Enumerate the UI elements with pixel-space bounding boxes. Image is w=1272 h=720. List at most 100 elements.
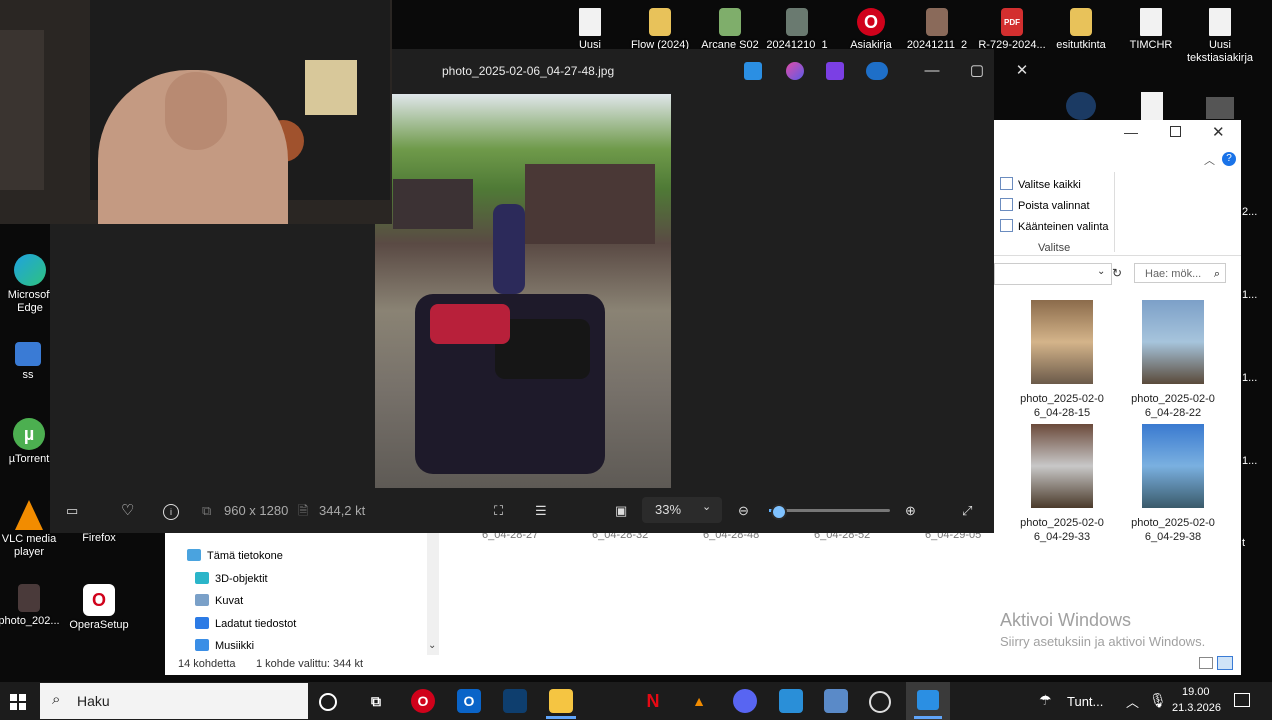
maximize-button[interactable]: ▢ bbox=[967, 61, 987, 81]
clipchamp-icon[interactable] bbox=[826, 62, 844, 80]
desktop-icon-pdf[interactable]: PDF R-729-2024... bbox=[976, 8, 1048, 52]
chevron-up-icon[interactable]: ︿ bbox=[1126, 692, 1139, 711]
microphone-icon[interactable]: 🎙 bbox=[1149, 692, 1167, 709]
vlc-taskbar-icon[interactable]: ▲ bbox=[687, 689, 711, 713]
text-file-icon[interactable] bbox=[1141, 92, 1163, 120]
thumbnail-item[interactable]: photo_2025-02-0 6_04-29-33 bbox=[1012, 424, 1112, 544]
text-file-icon bbox=[1209, 8, 1231, 36]
clear-selection-button[interactable]: Poista valinnat bbox=[1000, 197, 1090, 215]
address-bar[interactable]: ⌄ bbox=[994, 263, 1112, 285]
taskbar: ⌕ Haku ⧉ O O N ▲ ☂ Tunt... ︿ 🎙 19.00 21.… bbox=[0, 682, 1272, 720]
clock-date[interactable]: 21.3.2026 bbox=[1172, 702, 1221, 714]
filesize-icon: 🗎 bbox=[298, 503, 309, 518]
netflix-taskbar-icon[interactable]: N bbox=[641, 689, 665, 713]
file-explorer-taskbar-icon[interactable] bbox=[549, 689, 573, 713]
store-taskbar-icon[interactable] bbox=[779, 689, 803, 713]
nav-scrollbar[interactable] bbox=[427, 533, 439, 655]
disney-plus-taskbar-icon[interactable] bbox=[503, 689, 527, 713]
status-selection: 1 kohde valittu: 344 kt bbox=[256, 658, 364, 670]
desktop-icon-uusi[interactable]: Uusi bbox=[554, 8, 626, 52]
invert-selection-icon bbox=[1000, 219, 1013, 232]
desktop-icon-uusi-tekstiasiakirja[interactable]: Uusi tekstiasiakirja bbox=[1184, 8, 1256, 65]
webcam-poster bbox=[305, 60, 357, 115]
photos-taskbar-icon bbox=[917, 690, 939, 710]
photo-image[interactable] bbox=[375, 94, 671, 488]
close-button[interactable]: ✕ bbox=[1012, 61, 1032, 81]
thumbnail-item[interactable]: photo_2025-02-0 6_04-28-15 bbox=[1012, 300, 1112, 420]
file-explorer-window: — ✕ ︿ ? Valitse kaikki Poista valinnat K… bbox=[994, 120, 1241, 675]
task-view-icon[interactable]: ⧉ bbox=[364, 689, 388, 713]
remote-desktop-taskbar-icon[interactable] bbox=[824, 689, 848, 713]
close-button[interactable]: ✕ bbox=[1212, 123, 1225, 141]
cortana-icon[interactable] bbox=[319, 693, 337, 711]
taskbar-search[interactable]: ⌕ Haku bbox=[40, 683, 308, 719]
chevron-down-icon[interactable]: ⌄ bbox=[428, 640, 436, 651]
select-all-button[interactable]: Valitse kaikki bbox=[1000, 176, 1081, 194]
zoom-in-icon[interactable]: ⊕ bbox=[905, 501, 916, 521]
desktop-icon-timchr[interactable]: TIMCHR bbox=[1115, 8, 1187, 52]
steam-icon[interactable] bbox=[1066, 92, 1096, 120]
edge-fragment: 1... bbox=[1242, 289, 1258, 301]
outlook-taskbar-icon[interactable]: O bbox=[457, 689, 481, 713]
desktop-icon-photo[interactable]: photo_202... bbox=[0, 584, 65, 628]
discord-taskbar-icon[interactable] bbox=[733, 689, 757, 713]
active-indicator bbox=[914, 716, 942, 719]
photos-taskbar-button[interactable] bbox=[906, 682, 950, 720]
thumbnail-item[interactable]: photo_2025-02-0 6_04-28-22 bbox=[1123, 300, 1223, 420]
desktop-icon-asiakirja[interactable]: O Asiakirja bbox=[835, 8, 907, 52]
nav-item-this-pc[interactable]: Tämä tietokone bbox=[187, 547, 283, 565]
obs-taskbar-icon[interactable] bbox=[869, 691, 891, 713]
person-shape bbox=[493, 204, 525, 294]
desktop-icon-esitutkinta[interactable]: esitutkinta bbox=[1045, 8, 1117, 52]
zoom-slider[interactable] bbox=[769, 504, 890, 520]
visual-search-icon[interactable]: ⛶ bbox=[494, 501, 503, 521]
clock-time[interactable]: 19.00 bbox=[1182, 686, 1210, 698]
view-thumbnails-icon[interactable] bbox=[1217, 656, 1233, 670]
thumbnail-image bbox=[1142, 424, 1204, 508]
zoom-slider-thumb[interactable] bbox=[771, 504, 787, 520]
desktop-icon-flow[interactable]: Flow (2024) bbox=[624, 8, 696, 52]
photos-toolbar: ▭ ♡ i ⧉ 960 x 1280 🗎 344,2 kt ⛶ ☰ ▣ 33% … bbox=[50, 489, 994, 533]
text-scan-icon[interactable]: ☰ bbox=[535, 501, 547, 521]
music-icon bbox=[195, 639, 209, 651]
desktop-icon-arcane[interactable]: Arcane S02 bbox=[694, 8, 766, 52]
fullscreen-icon[interactable]: ⤢ bbox=[962, 501, 972, 521]
info-icon[interactable]: i bbox=[163, 504, 179, 520]
pictures-icon bbox=[195, 594, 209, 606]
nav-item-3d-objects[interactable]: 3D-objektit bbox=[195, 570, 268, 588]
start-button[interactable] bbox=[10, 694, 26, 710]
cabin-shape bbox=[393, 179, 473, 229]
minimize-button[interactable]: — bbox=[922, 61, 942, 81]
weather-text[interactable]: Tunt... bbox=[1067, 694, 1103, 709]
clear-selection-icon bbox=[1000, 198, 1013, 211]
copilot-icon[interactable] bbox=[786, 62, 804, 80]
invert-selection-button[interactable]: Käänteinen valinta bbox=[1000, 218, 1109, 236]
zoom-out-icon[interactable]: ⊖ bbox=[738, 501, 749, 521]
desktop-icon-operasetup[interactable]: O OperaSetup bbox=[63, 584, 135, 632]
refresh-icon[interactable]: ↻ bbox=[1112, 266, 1122, 280]
chevron-up-icon[interactable]: ︿ bbox=[1204, 152, 1215, 168]
thumbnail-item[interactable]: photo_2025-02-0 6_04-29-38 bbox=[1123, 424, 1223, 544]
weather-icon[interactable]: ☂ bbox=[1039, 692, 1052, 709]
favorite-heart-icon[interactable]: ♡ bbox=[121, 501, 134, 521]
edit-image-icon[interactable] bbox=[744, 62, 762, 80]
nav-item-music[interactable]: Musiikki bbox=[195, 637, 254, 655]
help-icon[interactable]: ? bbox=[1222, 152, 1236, 166]
image-file-icon[interactable] bbox=[1206, 97, 1234, 119]
image-dimensions: 960 x 1280 bbox=[224, 503, 289, 518]
onedrive-icon[interactable] bbox=[866, 62, 888, 80]
maximize-button[interactable] bbox=[1170, 126, 1181, 137]
filmstrip-icon[interactable]: ▭ bbox=[66, 501, 78, 521]
desktop-icon-20241211[interactable]: 20241211_2 bbox=[901, 8, 973, 52]
nav-item-pictures[interactable]: Kuvat bbox=[195, 592, 243, 610]
zoom-select[interactable]: 33% ⌄ bbox=[642, 497, 722, 523]
minimize-button[interactable]: — bbox=[1124, 124, 1138, 140]
opera-taskbar-icon[interactable]: O bbox=[411, 689, 435, 713]
search-input[interactable]: Hae: mök... ⌕ bbox=[1134, 263, 1226, 283]
notifications-icon[interactable] bbox=[1234, 693, 1250, 707]
vlc-icon bbox=[15, 500, 43, 530]
view-details-icon[interactable] bbox=[1199, 657, 1213, 669]
actual-size-icon[interactable]: ▣ bbox=[615, 501, 627, 521]
desktop-icon-20241210[interactable]: 20241210_1 bbox=[761, 8, 833, 52]
nav-item-downloads[interactable]: Ladatut tiedostot bbox=[195, 615, 296, 633]
